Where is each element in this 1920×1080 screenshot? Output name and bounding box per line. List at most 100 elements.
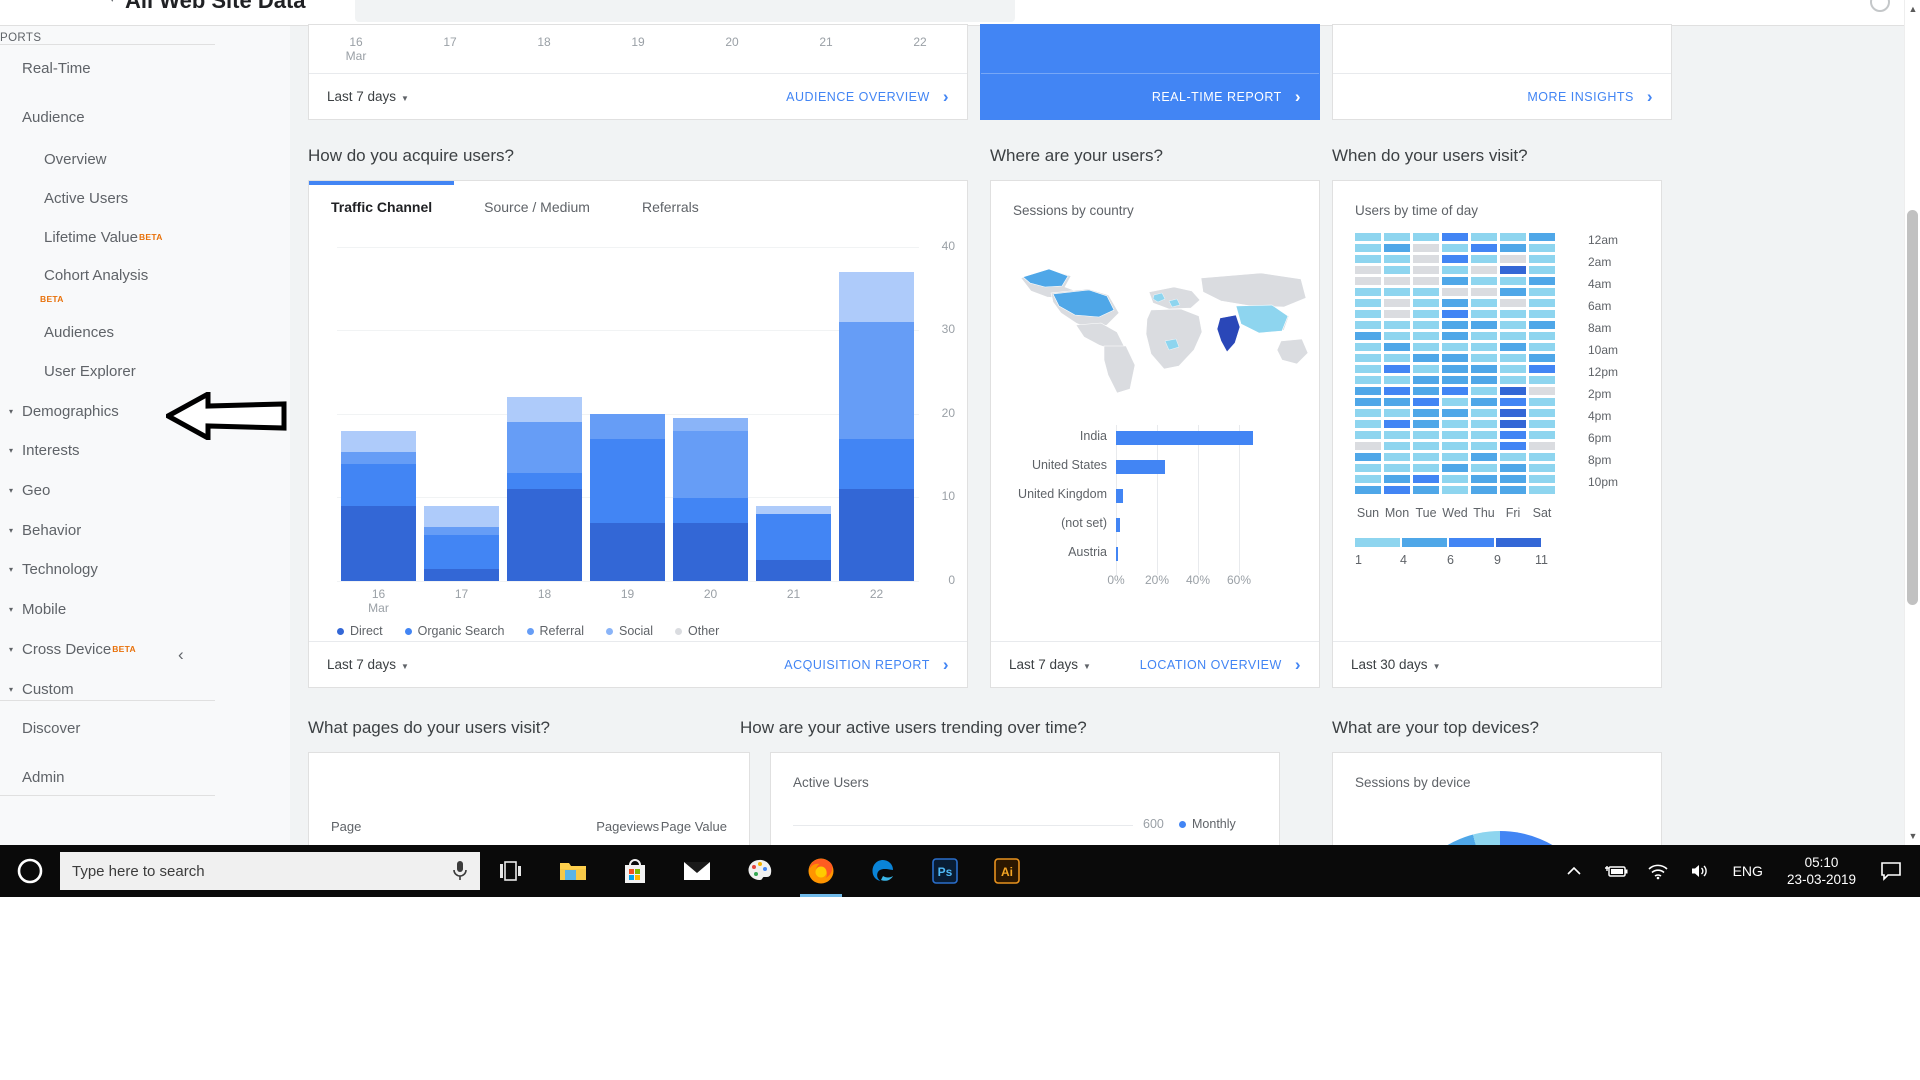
heatmap-cell[interactable] — [1529, 343, 1555, 351]
heatmap-cell[interactable] — [1442, 288, 1468, 296]
heatmap-cell[interactable] — [1355, 266, 1381, 274]
heatmap-cell[interactable] — [1529, 420, 1555, 428]
bar-column[interactable] — [752, 247, 835, 581]
heatmap-cell[interactable] — [1413, 244, 1439, 252]
heatmap-cell[interactable] — [1413, 354, 1439, 362]
date-range-selector[interactable]: Last 7 days ▼ — [327, 657, 409, 672]
heatmap-cell[interactable] — [1500, 244, 1526, 252]
heatmap-cell[interactable] — [1384, 376, 1410, 384]
heatmap-cell[interactable] — [1471, 233, 1497, 241]
heatmap-cell[interactable] — [1529, 464, 1555, 472]
heatmap-cell[interactable] — [1355, 277, 1381, 285]
heatmap-cell[interactable] — [1500, 409, 1526, 417]
heatmap-cell[interactable] — [1384, 266, 1410, 274]
heatmap-cell[interactable] — [1355, 475, 1381, 483]
heatmap-cell[interactable] — [1384, 332, 1410, 340]
heatmap-cell[interactable] — [1413, 387, 1439, 395]
sidebar-item-admin[interactable]: Admin — [0, 762, 290, 792]
heatmap-cell[interactable] — [1384, 365, 1410, 373]
heatmap-cell[interactable] — [1442, 420, 1468, 428]
heatmap-cell[interactable] — [1500, 255, 1526, 263]
real-time-report-link[interactable]: REAL-TIME REPORT › — [1152, 87, 1301, 107]
heatmap-cell[interactable] — [1471, 442, 1497, 450]
heatmap-cell[interactable] — [1384, 442, 1410, 450]
battery-button[interactable] — [1595, 845, 1637, 897]
heatmap-cell[interactable] — [1442, 398, 1468, 406]
heatmap-cell[interactable] — [1500, 420, 1526, 428]
heatmap-cell[interactable] — [1471, 343, 1497, 351]
heatmap-cell[interactable] — [1500, 486, 1526, 494]
scroll-down-arrow-icon[interactable]: ▼ — [1905, 827, 1920, 845]
column-header-pageviews[interactable]: Pageviews — [594, 815, 660, 845]
chevron-down-icon[interactable]: ▾ — [0, 486, 22, 495]
date-range-selector[interactable]: Last 30 days ▼ — [1351, 657, 1440, 672]
heatmap-cell[interactable] — [1384, 453, 1410, 461]
location-overview-link[interactable]: LOCATION OVERVIEW › — [1140, 655, 1301, 675]
language-indicator[interactable]: ENG — [1721, 863, 1775, 879]
heatmap-cell[interactable] — [1384, 310, 1410, 318]
heatmap-cell[interactable] — [1413, 398, 1439, 406]
heatmap-cell[interactable] — [1413, 255, 1439, 263]
heatmap-cell[interactable] — [1500, 442, 1526, 450]
heatmap-cell[interactable] — [1442, 233, 1468, 241]
heatmap-cell[interactable] — [1471, 244, 1497, 252]
heatmap-cell[interactable] — [1442, 332, 1468, 340]
legend-item-direct[interactable]: Direct — [337, 624, 383, 638]
heatmap-cell[interactable] — [1384, 486, 1410, 494]
audience-overview-link[interactable]: AUDIENCE OVERVIEW › — [786, 87, 949, 107]
search-input[interactable] — [355, 0, 1015, 22]
heatmap-cell[interactable] — [1355, 288, 1381, 296]
sidebar-item-real-time[interactable]: Real-Time — [0, 53, 290, 83]
heatmap-cell[interactable] — [1500, 398, 1526, 406]
world-map[interactable] — [1001, 243, 1311, 408]
illustrator-button[interactable]: Ai — [976, 845, 1038, 897]
heatmap-cell[interactable] — [1500, 299, 1526, 307]
heatmap-cell[interactable] — [1471, 266, 1497, 274]
tab-traffic-channel[interactable]: Traffic Channel — [331, 199, 432, 215]
heatmap-cell[interactable] — [1413, 343, 1439, 351]
heatmap-cell[interactable] — [1529, 332, 1555, 340]
heatmap-cell[interactable] — [1413, 453, 1439, 461]
heatmap-cell[interactable] — [1442, 431, 1468, 439]
chevron-down-icon[interactable]: ▾ — [0, 605, 22, 614]
heatmap-cell[interactable] — [1500, 233, 1526, 241]
heatmap-cell[interactable] — [1384, 475, 1410, 483]
heatmap-cell[interactable] — [1471, 409, 1497, 417]
heatmap-cell[interactable] — [1529, 255, 1555, 263]
heatmap-cell[interactable] — [1471, 310, 1497, 318]
heatmap-cell[interactable] — [1355, 343, 1381, 351]
heatmap-cell[interactable] — [1413, 310, 1439, 318]
heatmap-cell[interactable] — [1355, 398, 1381, 406]
heatmap-cell[interactable] — [1529, 387, 1555, 395]
heatmap-cell[interactable] — [1442, 244, 1468, 252]
heatmap-cell[interactable] — [1355, 376, 1381, 384]
heatmap-cell[interactable] — [1384, 464, 1410, 472]
legend-item-social[interactable]: Social — [605, 624, 653, 638]
column-header-page[interactable]: Page — [331, 815, 595, 845]
heatmap-cell[interactable] — [1471, 354, 1497, 362]
heatmap-cell[interactable] — [1500, 475, 1526, 483]
chevron-down-icon[interactable]: ▾ — [0, 565, 22, 574]
heatmap-cell[interactable] — [1529, 376, 1555, 384]
heatmap-cell[interactable] — [1529, 321, 1555, 329]
heatmap-cell[interactable] — [1355, 332, 1381, 340]
heatmap-cell[interactable] — [1442, 453, 1468, 461]
heatmap-cell[interactable] — [1529, 409, 1555, 417]
file-explorer-button[interactable] — [542, 845, 604, 897]
heatmap-cell[interactable] — [1442, 354, 1468, 362]
heatmap-cell[interactable] — [1529, 277, 1555, 285]
heatmap-cell[interactable] — [1471, 431, 1497, 439]
heatmap-cell[interactable] — [1384, 288, 1410, 296]
heatmap-cell[interactable] — [1442, 387, 1468, 395]
sessions-by-device-donut[interactable] — [1395, 831, 1605, 845]
heatmap-cell[interactable] — [1529, 266, 1555, 274]
date-range-selector[interactable]: Last 7 days ▼ — [1009, 657, 1091, 672]
more-insights-link[interactable]: MORE INSIGHTS › — [1527, 87, 1653, 107]
bar-column[interactable] — [586, 247, 669, 581]
show-hidden-icons-button[interactable] — [1553, 845, 1595, 897]
scrollbar-thumb[interactable] — [1907, 210, 1918, 605]
scroll-up-arrow-icon[interactable]: ▲ — [1905, 0, 1920, 18]
heatmap-cell[interactable] — [1529, 310, 1555, 318]
heatmap-cell[interactable] — [1500, 310, 1526, 318]
heatmap-cell[interactable] — [1442, 299, 1468, 307]
